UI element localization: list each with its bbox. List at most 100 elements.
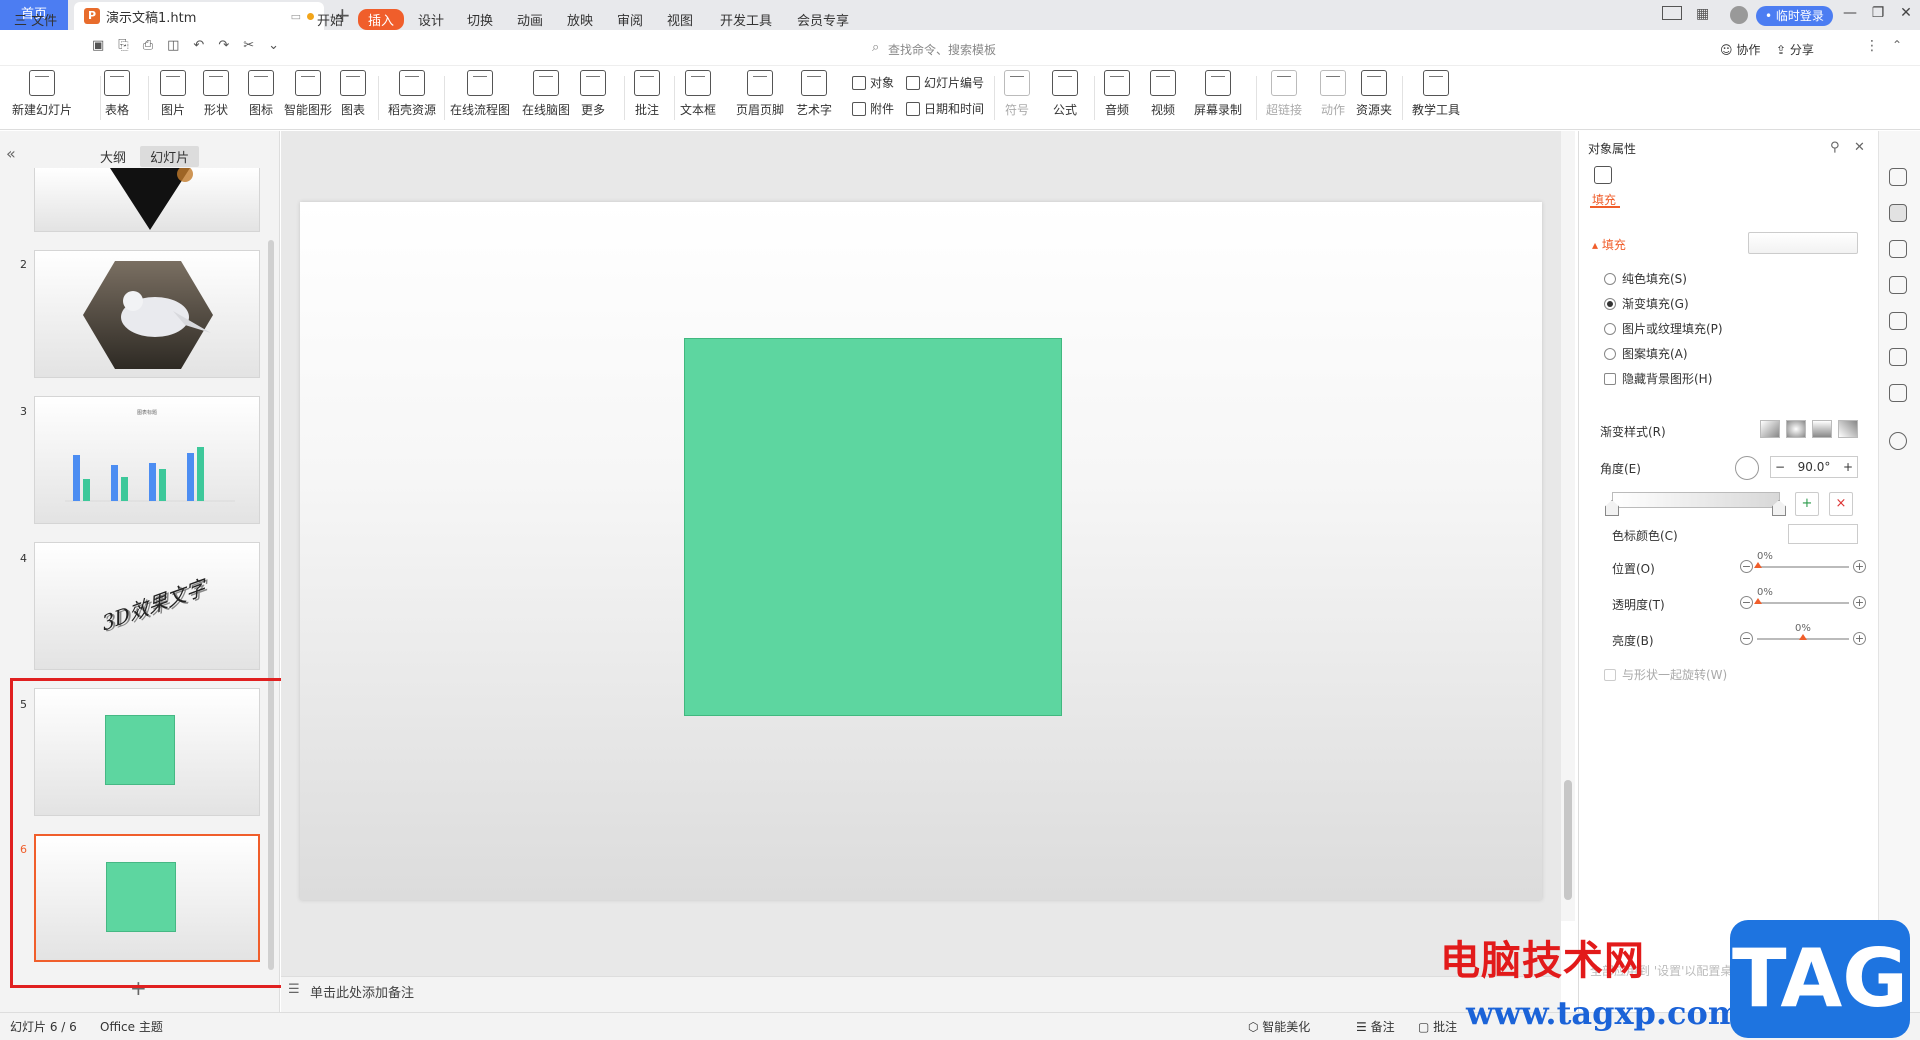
rotate-with-shape-checkbox[interactable]: 与形状一起旋转(W) [1604,666,1727,683]
increase-icon[interactable]: + [1853,632,1866,645]
decrease-icon[interactable]: − [1740,560,1753,573]
transition-icon[interactable] [1889,276,1907,294]
slide-thumbnail-4[interactable]: 3D效果文字 [34,542,260,670]
textbox-button[interactable]: 文本框 [680,70,716,118]
slide-thumbnail-1[interactable] [34,166,260,232]
picture-button[interactable]: 图片 [160,70,186,118]
menu-slideshow[interactable]: 放映 [567,10,593,29]
brightness-slider[interactable]: − 0% + [1740,623,1866,645]
slider-knob[interactable] [1799,633,1807,640]
paint-bucket-icon[interactable] [1594,166,1612,184]
minus-icon[interactable]: − [1775,460,1785,474]
slide-thumbnail-2[interactable] [34,250,260,378]
flowchart-button[interactable]: 在线流程图 [450,70,510,118]
increase-icon[interactable]: + [1853,560,1866,573]
radio-picture-fill[interactable]: 图片或纹理填充(P) [1604,320,1723,337]
theme-name[interactable]: Office 主题 [100,1018,163,1035]
panel-title[interactable]: 对象属性 [1588,140,1636,157]
animation-icon[interactable] [1889,240,1907,258]
close-icon[interactable]: ✕ [1896,5,1916,21]
shape-button[interactable]: 形状 [203,70,229,118]
new-slide-button[interactable]: 新建幻灯片 [12,70,72,118]
hyperlink-button[interactable]: 超链接 [1266,70,1302,118]
slider-track[interactable]: 0% [1754,551,1849,568]
comments-toggle-button[interactable]: ▢ 批注 [1418,1018,1457,1035]
mindmap-button[interactable]: 在线脑图 [522,70,570,118]
smart-beautify-button[interactable]: ⬡ 智能美化 [1248,1018,1310,1035]
chart-button[interactable]: 图表 [340,70,366,118]
slide-thumbnail-3[interactable]: 图表标题 [34,396,260,524]
collaborate-button[interactable]: ☺ 协作 [1720,41,1760,58]
menu-view[interactable]: 视图 [667,10,693,29]
delete-stop-icon[interactable]: × [1829,492,1853,516]
file-menu[interactable]: 三 文件 [14,10,57,29]
transparency-slider[interactable]: − 0% + [1740,587,1866,609]
slide-number-button[interactable]: 幻灯片编号 [906,74,984,91]
stop-color-dropdown[interactable] [1788,524,1858,544]
fill-color-dropdown[interactable] [1748,232,1858,254]
audio-button[interactable]: 音频 [1104,70,1130,118]
redo-icon[interactable]: ↷ [218,38,229,53]
collapse-ribbon-icon[interactable]: ⌃ [1892,38,1902,52]
angle-dial[interactable] [1735,456,1759,480]
angle-value[interactable]: 90.0° [1798,460,1831,474]
location-icon[interactable] [1889,348,1907,366]
book-icon[interactable] [1889,384,1907,402]
slider-track[interactable]: 0% [1757,623,1849,640]
attachment-button[interactable]: 附件 [852,100,894,117]
menu-animation[interactable]: 动画 [517,10,543,29]
teaching-tools-button[interactable]: 教学工具 [1412,70,1460,118]
menu-insert[interactable]: 插入 [358,9,405,30]
minimize-icon[interactable]: — [1840,5,1860,21]
undo-icon[interactable]: ↶ [193,38,204,53]
layout-icon[interactable] [1662,6,1682,20]
object-button[interactable]: 对象 [852,74,894,91]
header-footer-button[interactable]: 页眉页脚 [736,70,784,118]
document-tab[interactable]: P 演示文稿1.htm ▭ [74,2,324,30]
help-icon[interactable] [1889,432,1907,450]
position-slider[interactable]: − 0% + [1740,551,1866,573]
pin-icon[interactable]: ⚲ [1830,140,1840,155]
decrease-icon[interactable]: − [1740,632,1753,645]
menu-transition[interactable]: 切换 [467,10,493,29]
share-button[interactable]: ⇪ 分享 [1776,41,1814,58]
grid-icon[interactable]: ▦ [1696,6,1709,22]
formula-button[interactable]: 公式 [1052,70,1078,118]
collapse-panel-icon[interactable]: « [6,144,16,163]
menu-review[interactable]: 审阅 [617,10,643,29]
rocket-icon[interactable] [1889,168,1907,186]
format-painter-icon[interactable]: ✂ [243,38,254,53]
resource-folder-button[interactable]: 资源夹 [1356,70,1392,118]
properties-icon[interactable] [1889,204,1907,222]
kebab-icon[interactable]: ⋮ [1865,38,1879,54]
close-panel-icon[interactable]: ✕ [1854,140,1865,155]
notes-placeholder[interactable]: 单击此处添加备注 [310,982,414,1001]
backup-icon[interactable] [1889,312,1907,330]
gradient-linear-icon[interactable] [1760,420,1780,438]
radio-solid-fill[interactable]: 纯色填充(S) [1604,270,1687,287]
add-stop-icon[interactable]: + [1795,492,1819,516]
decrease-icon[interactable]: − [1740,596,1753,609]
command-search[interactable]: 查找命令、搜索模板 [888,41,996,58]
menu-design[interactable]: 设计 [418,10,444,29]
save-icon[interactable]: ▣ [92,38,104,53]
fill-section-header[interactable]: ▴ 填充 [1592,236,1626,253]
hide-background-checkbox[interactable]: 隐藏背景图形(H) [1604,370,1712,387]
comment-button[interactable]: 批注 [634,70,660,118]
menu-start[interactable]: 开始 [317,10,343,29]
scroll-thumb[interactable] [1564,780,1572,900]
restore-icon[interactable]: ❐ [1868,5,1888,21]
wordart-button[interactable]: 艺术字 [796,70,832,118]
avatar[interactable] [1730,6,1748,24]
gradient-path-icon[interactable] [1838,420,1858,438]
docer-button[interactable]: 稻壳资源 [388,70,436,118]
smartart-button[interactable]: 智能图形 [284,70,332,118]
print-icon[interactable]: ⎙ [143,38,153,53]
menu-membership[interactable]: 会员专享 [797,10,849,29]
green-square-shape[interactable] [684,338,1062,716]
radio-pattern-fill[interactable]: 图案填充(A) [1604,345,1688,362]
video-button[interactable]: 视频 [1150,70,1176,118]
preview-icon[interactable]: ◫ [167,38,179,53]
gradient-rect-icon[interactable] [1812,420,1832,438]
more-button[interactable]: 更多 [580,70,606,118]
